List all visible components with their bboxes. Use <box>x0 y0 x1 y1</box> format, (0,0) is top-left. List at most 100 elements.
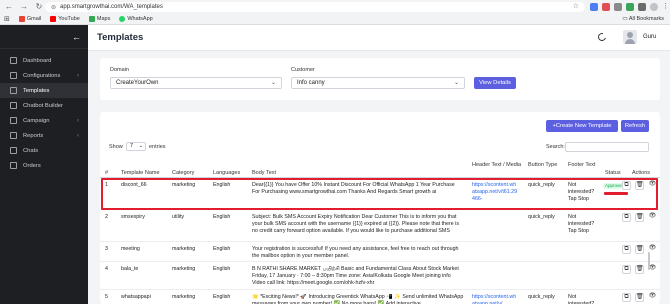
dashboard-icon <box>10 57 17 64</box>
sidebar-item-templates[interactable]: Templates <box>0 83 88 98</box>
view-details-button[interactable]: View Details <box>474 77 516 89</box>
search-input[interactable] <box>565 142 649 152</box>
youtube-icon <box>50 16 57 22</box>
templates-table-card: +Create New Template Refresh Show 7 ⌄ en… <box>100 112 660 304</box>
customer-label: Customer <box>291 67 315 73</box>
show-label: Show <box>109 144 123 150</box>
chats-icon <box>10 147 17 154</box>
col-header-status[interactable]: Status <box>605 170 621 177</box>
site-info-icon[interactable]: ⊜ <box>51 4 56 11</box>
status-underline-mark <box>604 192 628 195</box>
back-arrow-icon[interactable]: ← <box>4 2 14 12</box>
view-icon[interactable]: 👁 <box>648 181 657 190</box>
col-header-num: # <box>105 170 109 176</box>
copy-icon[interactable]: ⧉ <box>622 293 631 302</box>
sidebar-item-chats[interactable]: Chats <box>0 143 88 158</box>
chevron-down-icon: ⌄ <box>270 80 276 86</box>
address-bar[interactable]: ⊜ app.smartgrowthai.com/WA_templates ☆ <box>45 2 585 12</box>
copy-icon[interactable]: ⧉ <box>622 265 631 274</box>
col-header-header-text[interactable]: Header Text / Media <box>472 162 522 169</box>
customer-select[interactable]: Info canny ⌄ <box>291 77 465 89</box>
col-header-body-text[interactable]: Body Text <box>252 170 276 177</box>
avatar[interactable] <box>623 30 637 44</box>
browser-chrome: ← → ↻ ⊜ app.smartgrowthai.com/WA_templat… <box>0 0 670 25</box>
sidebar-item-configurations[interactable]: Configurations ‹ <box>0 68 88 83</box>
chevron-down-icon: ⌄ <box>453 80 459 86</box>
profile-icon[interactable] <box>650 3 658 11</box>
extension-icon[interactable] <box>638 3 646 11</box>
chatbot-icon <box>10 102 17 109</box>
table-row[interactable]: 2 smsexpiry utility English Subject: Bul… <box>100 210 660 242</box>
all-bookmarks[interactable]: ▭ All Bookmarks <box>622 14 664 24</box>
col-header-button-type[interactable]: Button Type <box>528 162 558 169</box>
user-name[interactable]: Guru <box>643 34 656 40</box>
col-header-actions: Actions <box>632 170 651 176</box>
extension-icon[interactable] <box>590 3 598 11</box>
header-media-link[interactable]: https://scontent.whatsapp.net/v/ <box>472 294 518 304</box>
extension-icon[interactable] <box>614 3 622 11</box>
dark-mode-icon[interactable] <box>596 31 608 43</box>
view-icon[interactable]: 👁 <box>648 213 657 222</box>
sidebar-item-chatbot-builder[interactable]: Chatbot Builder <box>0 98 88 113</box>
extension-icon[interactable] <box>602 3 610 11</box>
url-text: app.smartgrowthai.com/WA_templates <box>60 4 163 10</box>
templates-icon <box>10 87 17 94</box>
table-row[interactable]: 4 bala_te marketing English B N RATHI SH… <box>100 262 660 290</box>
top-header: Templates Guru <box>88 25 670 51</box>
col-header-category[interactable]: Category <box>172 170 194 177</box>
copy-icon[interactable]: ⧉ <box>622 181 631 190</box>
folder-icon: ▭ <box>622 16 628 22</box>
sidebar-item-reports[interactable]: Reports ‹ <box>0 128 88 143</box>
copy-icon[interactable]: ⧉ <box>622 245 631 254</box>
entries-label: entries <box>149 144 166 150</box>
view-icon[interactable]: 👁 <box>648 293 657 302</box>
sidebar-item-dashboard[interactable]: Dashboard <box>0 53 88 68</box>
table-row[interactable]: 5 whatsappapi marketing English 🌟 *Excit… <box>100 290 660 304</box>
settings-icon <box>10 72 17 79</box>
table-row[interactable]: 3 meeting marketing English Your registr… <box>100 242 660 262</box>
orders-icon <box>10 162 17 169</box>
domain-select[interactable]: CreateYourOwn ⌄ <box>110 77 282 89</box>
col-header-template-name[interactable]: Template Name <box>121 170 160 177</box>
sidebar: ← Dashboard Configurations ‹ Templates C… <box>0 25 88 304</box>
whatsapp-icon <box>119 16 126 22</box>
sidebar-item-orders[interactable]: Orders <box>0 158 88 173</box>
delete-icon[interactable]: 🗑 <box>635 265 644 274</box>
forward-arrow-icon[interactable]: → <box>19 2 29 12</box>
browser-nav: ← → ↻ <box>4 2 44 12</box>
delete-icon[interactable]: 🗑 <box>635 293 644 302</box>
campaign-icon <box>10 117 17 124</box>
extensions-bar: ⋮ <box>590 3 669 11</box>
col-header-languages[interactable]: Languages <box>213 170 240 177</box>
gmail-icon <box>18 16 25 22</box>
table-row[interactable]: 1 discont_66 marketing English Dear{{1}}… <box>100 178 660 210</box>
collapse-arrow-icon[interactable]: ← <box>72 32 81 42</box>
refresh-button[interactable]: Refresh <box>621 120 649 132</box>
bookmark-star-icon[interactable]: ☆ <box>573 2 579 12</box>
filter-card: Domain CreateYourOwn ⌄ Customer Info can… <box>100 58 660 100</box>
bookmark-maps[interactable]: Maps <box>88 16 110 22</box>
chevron-left-icon: ‹ <box>77 72 79 79</box>
copy-icon[interactable]: ⧉ <box>622 213 631 222</box>
apps-grid-icon[interactable]: ⊞ <box>4 15 10 23</box>
bookmark-whatsapp[interactable]: WhatsApp <box>119 16 153 22</box>
create-template-button[interactable]: +Create New Template <box>546 120 618 132</box>
bookmarks-bar: ⊞ Gmail YouTube Maps WhatsApp <box>4 14 153 24</box>
sidebar-item-campaign[interactable]: Campaign ‹ <box>0 113 88 128</box>
row-scrollbar[interactable] <box>648 252 650 270</box>
extension-icon[interactable] <box>626 3 634 11</box>
chevron-left-icon: ‹ <box>77 117 79 124</box>
sidebar-header: ← <box>0 25 88 49</box>
header-media-link[interactable]: https://scontent.whatsapp.net/v/t61.2946… <box>472 182 518 206</box>
menu-dots-icon[interactable]: ⋮ <box>662 3 669 11</box>
page-size-select[interactable]: 7 ⌄ <box>126 142 146 151</box>
reports-icon <box>10 132 17 139</box>
delete-icon[interactable]: 🗑 <box>635 245 644 254</box>
reload-icon[interactable]: ↻ <box>34 2 44 12</box>
delete-icon[interactable]: 🗑 <box>635 213 644 222</box>
col-header-footer-text[interactable]: Footer Text <box>568 162 596 169</box>
chevron-down-icon: ⌄ <box>138 143 143 149</box>
bookmark-youtube[interactable]: YouTube <box>50 16 80 22</box>
bookmark-gmail[interactable]: Gmail <box>18 16 41 22</box>
delete-icon[interactable]: 🗑 <box>635 181 644 190</box>
